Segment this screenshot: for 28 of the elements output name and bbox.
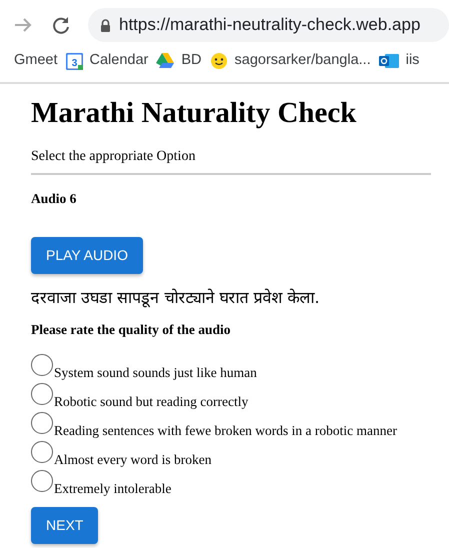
bookmark[interactable]: Gmeet	[10, 50, 62, 72]
page-title: Marathi Naturality Check	[31, 98, 358, 130]
radio-button[interactable]	[31, 383, 53, 406]
calendar-icon: 3	[66, 52, 83, 70]
radio-button[interactable]	[31, 441, 53, 464]
bookmark[interactable]: 3 Calendar	[62, 50, 152, 72]
address-bar[interactable]: https://marathi-neutrality-check.web.app	[88, 8, 449, 42]
question-text: Please rate the quality of the audio	[31, 321, 232, 340]
triangle-icon	[156, 53, 174, 69]
radio-button[interactable]	[31, 470, 53, 492]
subtitle: Select the appropriate Option	[31, 146, 431, 175]
radio-button[interactable]	[31, 412, 53, 434]
option-label[interactable]: Almost every word is broken	[54, 450, 212, 471]
sentence-text: दरवाजा उघडा सापडून चोरट्याने घरात प्रवेश केला.	[31, 287, 321, 310]
lock-icon	[100, 18, 111, 32]
option-label[interactable]: Robotic sound but reading correctly	[54, 392, 248, 413]
option-label[interactable]: System sound sounds just like human	[54, 363, 257, 384]
smiley-icon	[210, 52, 228, 70]
bookmark[interactable]: iis	[374, 50, 424, 72]
audio-label: Audio 6	[31, 190, 78, 208]
option-label[interactable]: Extremely intolerable	[54, 479, 172, 500]
option-label[interactable]: Reading sentences with fewe broken words in a robotic manner	[54, 421, 398, 442]
bookmark[interactable]: sagorsarker/bangla...	[206, 50, 375, 72]
mail-icon	[378, 53, 399, 69]
radio-button[interactable]	[31, 354, 53, 376]
play-audio-button[interactable]: PLAY AUDIO	[31, 237, 143, 274]
bookmark[interactable]: BD	[152, 50, 206, 72]
next-button[interactable]: NEXT	[31, 507, 98, 544]
